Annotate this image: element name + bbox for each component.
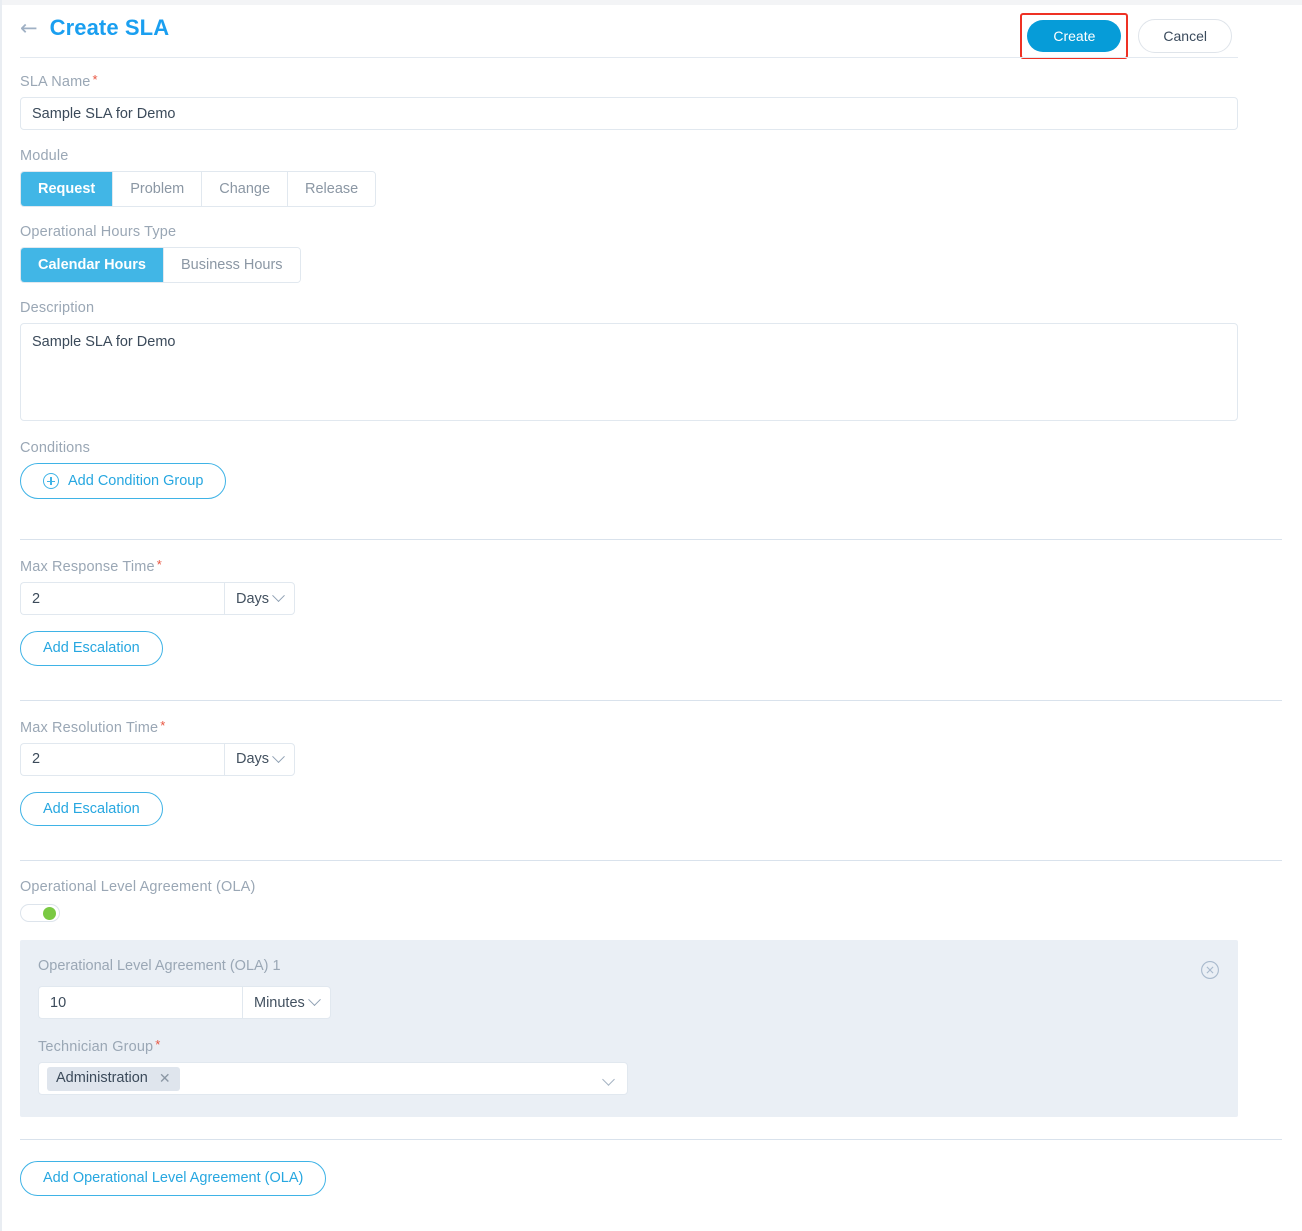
add-escalation-resolution-button[interactable]: Add Escalation: [20, 791, 163, 827]
operational-hours-tab-group: Calendar Hours Business Hours: [20, 247, 301, 284]
tab-problem[interactable]: Problem: [113, 172, 203, 207]
description-field: Description: [0, 283, 1302, 426]
ola-duration-input[interactable]: [38, 986, 242, 1020]
chevron-down-icon: [307, 993, 321, 1007]
ola-label: Operational Level Agreement (OLA): [20, 879, 256, 896]
sla-name-input[interactable]: [20, 97, 1238, 130]
tab-request[interactable]: Request: [21, 172, 114, 207]
operational-hours-type-label: Operational Hours Type: [20, 224, 177, 241]
plus-circle-icon: [43, 473, 59, 490]
required-marker: *: [160, 717, 166, 733]
max-resolution-time-field: Max Resolution Time* Days Add Escalation: [0, 701, 1302, 827]
description-textarea[interactable]: [20, 323, 1238, 422]
required-marker: *: [156, 557, 162, 573]
form-content: SLA Name* Module Request Problem Change …: [0, 58, 1302, 1196]
header-actions: Create Cancel: [1020, 13, 1232, 59]
max-response-time-input[interactable]: [20, 582, 224, 616]
close-icon[interactable]: ✕: [159, 1072, 171, 1086]
conditions-label: Conditions: [20, 440, 91, 457]
ola-duration-unit-value: Minutes: [254, 994, 305, 1011]
sla-name-field: SLA Name *: [0, 58, 1302, 130]
arrow-left-icon[interactable]: ←: [20, 17, 38, 39]
add-escalation-response-button[interactable]: Add Escalation: [20, 631, 163, 666]
cancel-button[interactable]: Cancel: [1138, 19, 1232, 53]
max-resolution-time-label: Max Resolution Time *: [20, 717, 166, 736]
ola-duration-combo: Minutes: [38, 986, 331, 1020]
create-button[interactable]: Create: [1027, 20, 1122, 52]
ola-card-1: Operational Level Agreement (OLA) 1 Minu…: [20, 940, 1238, 1118]
max-response-time-combo: Days: [20, 582, 296, 616]
max-response-time-field: Max Response Time* Days Add Escalation: [0, 540, 1302, 666]
tab-calendar-hours[interactable]: Calendar Hours: [21, 248, 164, 283]
add-condition-group-button[interactable]: Add Condition Group: [20, 463, 227, 500]
chevron-down-icon: [602, 1073, 615, 1087]
tab-change[interactable]: Change: [202, 172, 289, 207]
max-resolution-time-unit-value: Days: [236, 751, 270, 768]
max-resolution-time-combo: Days: [20, 742, 296, 776]
max-response-time-unit-select[interactable]: Days: [224, 582, 296, 616]
module-label: Module: [20, 148, 69, 164]
add-ola-section: Add Operational Level Agreement (OLA): [0, 1140, 1302, 1196]
header-left-group: ← Create SLA: [20, 15, 169, 41]
description-label: Description: [20, 300, 95, 317]
operational-hours-type-field: Operational Hours Type Calendar Hours Bu…: [0, 207, 1302, 284]
add-condition-group-label: Add Condition Group: [68, 473, 204, 489]
ola-card-title: Operational Level Agreement (OLA) 1: [38, 958, 281, 975]
module-field: Module Request Problem Change Release: [0, 130, 1302, 208]
ola-section: Operational Level Agreement (OLA): [0, 861, 1302, 923]
max-resolution-time-unit-select[interactable]: Days: [224, 742, 296, 776]
chevron-down-icon: [272, 589, 285, 603]
technician-group-field: Technician Group * Administration ✕: [38, 1037, 1220, 1096]
sla-name-label: SLA Name *: [20, 72, 98, 90]
required-marker: *: [92, 72, 98, 87]
create-sla-page: ← Create SLA Create Cancel SLA Name* Mod…: [0, 0, 1302, 1231]
technician-group-chip-label: Administration: [56, 1069, 148, 1086]
max-response-time-unit-value: Days: [236, 590, 270, 607]
chevron-down-icon: [272, 750, 285, 763]
add-ola-button[interactable]: Add Operational Level Agreement (OLA): [20, 1161, 327, 1196]
max-resolution-time-input[interactable]: [20, 742, 224, 776]
required-marker: *: [155, 1037, 161, 1053]
close-circle-icon[interactable]: [1200, 960, 1220, 980]
page-title: Create SLA: [49, 15, 170, 40]
page-header: ← Create SLA Create Cancel: [2, 5, 1238, 59]
conditions-field: Conditions Add Condition Group: [0, 426, 1302, 500]
module-tab-group: Request Problem Change Release: [20, 171, 377, 208]
tab-release[interactable]: Release: [288, 172, 376, 207]
technician-group-multiselect[interactable]: Administration ✕: [38, 1062, 628, 1096]
ola-toggle-knob: [43, 907, 56, 921]
ola-toggle[interactable]: [20, 904, 60, 923]
create-button-highlight: Create: [1020, 13, 1129, 59]
technician-group-chip: Administration ✕: [47, 1066, 180, 1091]
tab-business-hours[interactable]: Business Hours: [163, 248, 300, 283]
max-response-time-label: Max Response Time *: [20, 557, 162, 576]
technician-group-label: Technician Group *: [38, 1037, 161, 1056]
ola-duration-unit-select[interactable]: Minutes: [242, 986, 331, 1020]
